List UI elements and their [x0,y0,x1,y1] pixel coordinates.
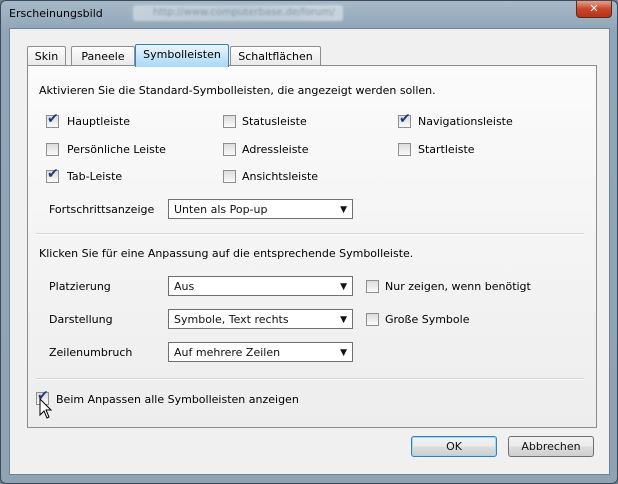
label-zeilenumbruch: Zeilenumbruch [49,346,133,359]
progress-select[interactable]: Unten als Pop-up ▼ [168,199,353,219]
tab-symbolleisten[interactable]: Symbolleisten [135,44,229,67]
checkbox-grosse-symbole[interactable] [366,313,379,326]
progress-select-value: Unten als Pop-up [174,203,268,216]
chevron-down-icon: ▼ [340,315,347,325]
tab-label: Skin [34,50,59,63]
section1-heading: Aktivieren Sie die Standard-Symbolleiste… [39,84,436,97]
chevron-down-icon: ▼ [340,205,347,215]
tab-label: Paneele [81,50,125,63]
background-url-text: http://www.computerbase.de/forum/ [153,7,335,18]
cancel-button-label: Abbrechen [521,440,581,453]
wrap-select[interactable]: Auf mehrere Zeilen ▼ [168,342,353,362]
label-adressleiste: Adressleiste [242,143,309,156]
section-divider [36,378,584,380]
tab-label: Symbolleisten [143,48,221,61]
tab-paneele[interactable]: Paneele [71,46,135,66]
checkbox-nur-zeigen[interactable] [366,280,379,293]
checkbox-hauptleiste[interactable]: ✔ [46,111,59,128]
window-title: Erscheinungsbild [9,7,103,20]
tab-label: Schaltflächen [238,50,313,63]
section-divider [36,233,584,235]
dialog-client: Skin Paneele Symbolleisten Schaltflächen… [9,28,610,475]
tab-panel: Aktivieren Sie die Standard-Symbolleiste… [27,65,597,428]
checkbox-tab-leiste[interactable]: ✔ [46,166,59,183]
display-select[interactable]: Symbole, Text rechts ▼ [168,309,353,329]
label-platzierung: Platzierung [49,280,111,293]
section2-heading: Klicken Sie für eine Anpassung auf die e… [39,247,414,260]
label-darstellung: Darstellung [49,313,113,326]
checkbox-statusleiste[interactable] [223,115,236,128]
display-select-value: Symbole, Text rechts [174,313,289,326]
label-statusleiste: Statusleiste [242,115,307,128]
checkbox-ansichtsleiste[interactable] [223,170,236,183]
tab-skin[interactable]: Skin [27,46,66,66]
mouse-cursor-icon [39,398,53,419]
chevron-down-icon: ▼ [340,348,347,358]
label-hauptleiste: Hauptleiste [67,115,130,128]
ok-button[interactable]: OK [411,436,497,457]
wrap-select-value: Auf mehrere Zeilen [174,346,281,359]
close-button[interactable]: ✕ [576,1,612,18]
checkbox-persoenliche-leiste[interactable] [46,143,59,156]
title-bar[interactable]: Erscheinungsbild http://www.computerbase… [1,1,617,27]
label-show-all: Beim Anpassen alle Symbolleisten anzeige… [56,393,299,406]
label-startleiste: Startleiste [418,143,475,156]
checkbox-adressleiste[interactable] [223,143,236,156]
cancel-button[interactable]: Abbrechen [508,436,594,457]
label-tab-leiste: Tab-Leiste [67,170,123,183]
chevron-down-icon: ▼ [340,282,347,292]
checkbox-navigationsleiste[interactable]: ✔ [398,111,411,128]
tab-schaltflaechen[interactable]: Schaltflächen [230,46,321,66]
label-navigationsleiste: Navigationsleiste [418,115,513,128]
checkbox-startleiste[interactable] [398,143,411,156]
label-persoenliche-leiste: Persönliche Leiste [67,143,166,156]
label-grosse-symbole: Große Symbole [385,313,470,326]
placement-select-value: Aus [174,280,195,293]
label-nur-zeigen: Nur zeigen, wenn benötigt [385,280,531,293]
check-icon: ✔ [47,111,59,127]
close-icon: ✕ [589,2,599,15]
label-fortschrittsanzeige: Fortschrittsanzeige [49,203,155,216]
label-ansichtsleiste: Ansichtsleiste [242,170,319,183]
background-window-url: http://www.computerbase.de/forum/ [133,5,343,21]
dialog-window: Erscheinungsbild http://www.computerbase… [0,0,618,484]
check-icon: ✔ [47,166,59,182]
ok-button-label: OK [446,440,462,453]
placement-select[interactable]: Aus ▼ [168,276,353,296]
check-icon: ✔ [399,111,411,127]
